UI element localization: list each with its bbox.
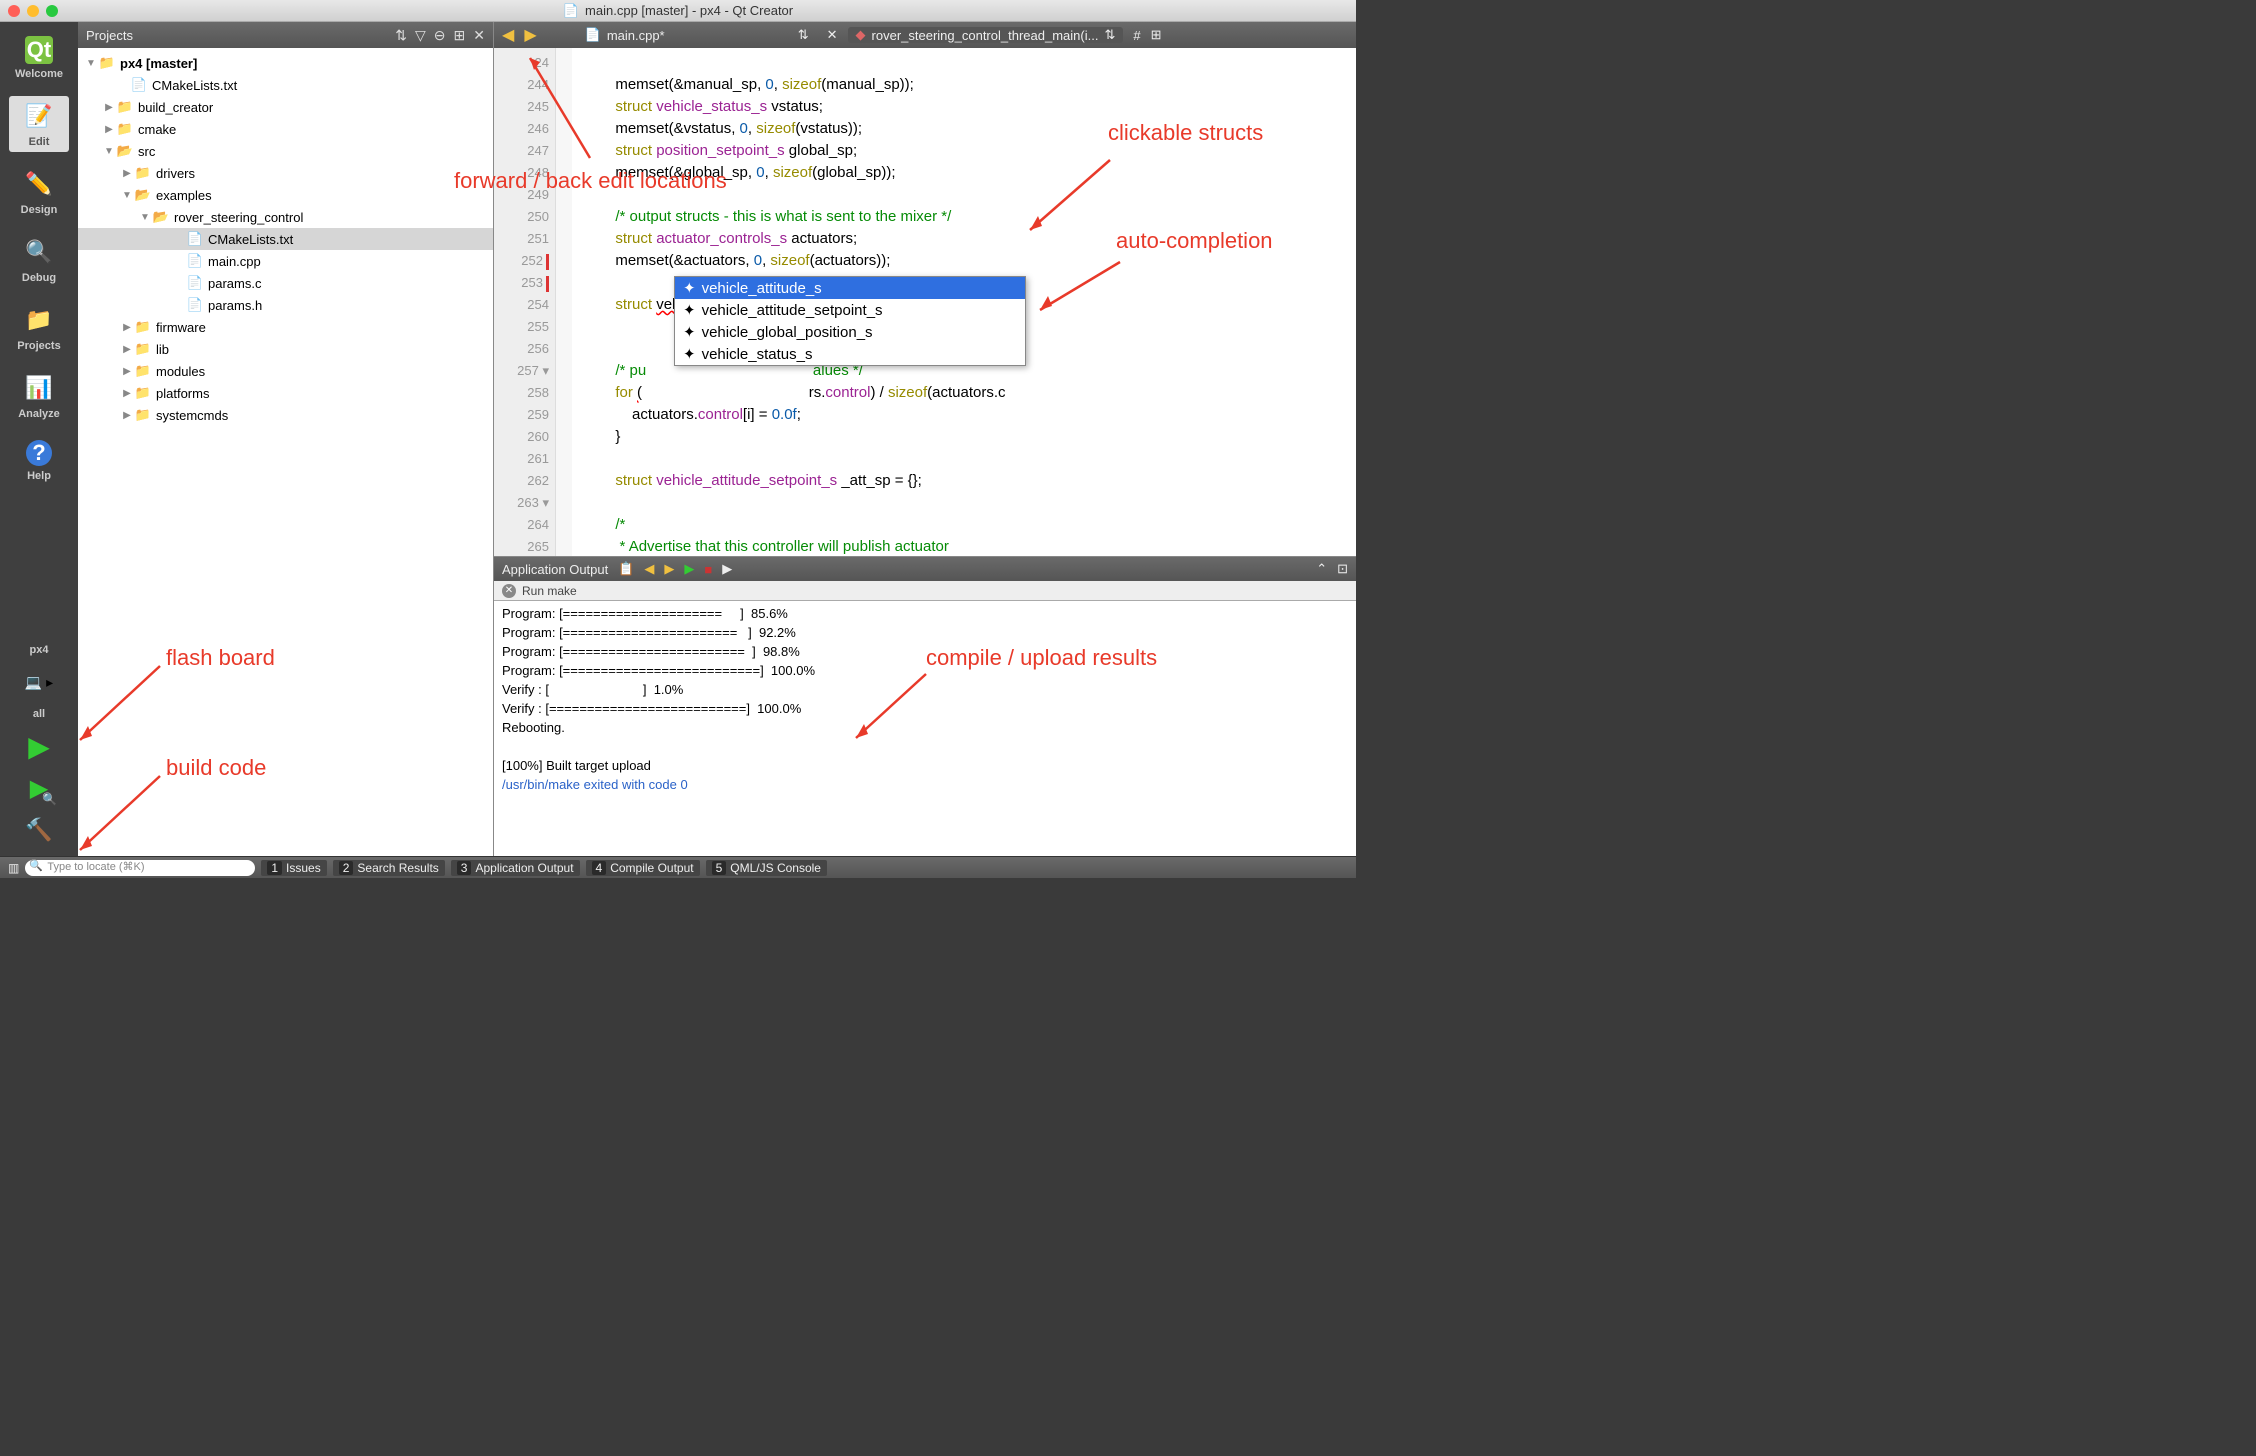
qml-console-tab[interactable]: 5QML/JS Console	[706, 860, 827, 876]
output-text[interactable]: Program: [===================== ] 85.6% …	[494, 601, 1356, 856]
tree-folder[interactable]: ▼📂src	[78, 140, 493, 162]
new-run-icon[interactable]: 📋	[618, 561, 634, 577]
autocomplete-item[interactable]: ✦vehicle_attitude_s	[675, 277, 1025, 299]
tree-file[interactable]: 📄CMakeLists.txt	[78, 74, 493, 96]
tree-folder[interactable]: ▼📂examples	[78, 184, 493, 206]
status-bar: ▥ Type to locate (⌘K) 1Issues 2Search Re…	[0, 856, 1356, 878]
edit-icon: 📝	[23, 100, 55, 132]
code-editor[interactable]: 24244245246247248249250251 2522532542552…	[494, 48, 1356, 556]
mode-welcome[interactable]: Qt Welcome	[9, 32, 69, 84]
analyze-icon: 📊	[23, 372, 55, 404]
help-icon: ?	[26, 440, 52, 466]
autocomplete-item[interactable]: ✦vehicle_status_s	[675, 343, 1025, 365]
close-output-button[interactable]: ⊡	[1337, 561, 1348, 577]
qt-logo-icon: Qt	[25, 36, 53, 64]
autocomplete-popup[interactable]: ✦vehicle_attitude_s ✦vehicle_attitude_se…	[674, 276, 1026, 366]
attach-icon[interactable]: ▶	[722, 561, 732, 577]
split-icon[interactable]: ⊞	[454, 27, 466, 44]
run-debug-button[interactable]: ▶🔍	[23, 772, 55, 804]
tree-folder[interactable]: ▶📁modules	[78, 360, 493, 382]
tree-folder[interactable]: ▶📁cmake	[78, 118, 493, 140]
close-document-button[interactable]: ✕	[827, 27, 838, 43]
nav-forward-button[interactable]: ▶	[524, 25, 536, 45]
mode-edit[interactable]: 📝 Edit	[9, 96, 69, 152]
tree-file[interactable]: 📄params.h	[78, 294, 493, 316]
file-selector[interactable]: 📄 main.cpp* ⇅	[577, 27, 817, 43]
projects-icon: 📁	[23, 304, 55, 336]
tree-file[interactable]: 📄main.cpp	[78, 250, 493, 272]
compile-output-tab[interactable]: 4Compile Output	[586, 860, 700, 876]
tree-folder[interactable]: ▶📁lib	[78, 338, 493, 360]
window-title: main.cpp [master] - px4 - Qt Creator	[585, 3, 793, 18]
run-button[interactable]: ▶	[23, 730, 55, 762]
projects-panel-header: Projects ⇅ ▽ ⊖ ⊞ ✕	[78, 22, 493, 48]
window-titlebar: 📄 main.cpp [master] - px4 - Qt Creator	[0, 0, 1356, 22]
mode-projects[interactable]: 📁 Projects	[9, 300, 69, 356]
issues-tab[interactable]: 1Issues	[261, 860, 326, 876]
function-icon: ◆	[856, 27, 866, 43]
kit-label: all	[33, 708, 45, 720]
autocomplete-item[interactable]: ✦vehicle_global_position_s	[675, 321, 1025, 343]
tree-folder[interactable]: ▶📁drivers	[78, 162, 493, 184]
split-editor-button[interactable]: ⊞	[1151, 27, 1162, 43]
tree-folder[interactable]: ▶📁build_creator	[78, 96, 493, 118]
mode-design[interactable]: ✏️ Design	[9, 164, 69, 220]
stop-button[interactable]: ■	[704, 562, 712, 577]
mode-debug[interactable]: 🔍 Debug	[9, 232, 69, 288]
target-label: px4	[30, 644, 49, 656]
search-results-tab[interactable]: 2Search Results	[333, 860, 445, 876]
document-icon: 📄	[563, 3, 579, 19]
line-col-indicator[interactable]: #	[1133, 28, 1140, 43]
editor-toolbar: ◀ ▶ 📄 main.cpp* ⇅ ✕ ◆ rover_steering_con…	[494, 22, 1356, 48]
tree-folder[interactable]: ▶📁platforms	[78, 382, 493, 404]
output-back-button[interactable]: ◀	[644, 561, 654, 577]
debug-icon: 🔍	[23, 236, 55, 268]
output-tab[interactable]: ✕ Run make	[494, 581, 1356, 601]
mode-help[interactable]: ? Help	[9, 436, 69, 486]
kit-selector[interactable]: 💻 ▸	[23, 666, 55, 698]
tree-folder[interactable]: ▼📂rover_steering_control	[78, 206, 493, 228]
design-icon: ✏️	[23, 168, 55, 200]
tree-file-selected[interactable]: 📄CMakeLists.txt	[78, 228, 493, 250]
tree-file[interactable]: 📄params.c	[78, 272, 493, 294]
tree-folder[interactable]: ▶📁systemcmds	[78, 404, 493, 426]
link-icon[interactable]: ⊖	[434, 27, 446, 44]
symbol-selector[interactable]: ◆ rover_steering_control_thread_main(i..…	[848, 27, 1124, 43]
line-gutter: 24244245246247248249250251 2522532542552…	[494, 48, 556, 556]
mode-analyze[interactable]: 📊 Analyze	[9, 368, 69, 424]
build-button[interactable]: 🔨	[23, 814, 55, 846]
application-output-tab[interactable]: 3Application Output	[451, 860, 580, 876]
tree-folder[interactable]: ▶📁firmware	[78, 316, 493, 338]
mode-rail: Qt Welcome 📝 Edit ✏️ Design 🔍 Debug 📁 Pr…	[0, 22, 78, 856]
maximize-output-button[interactable]: ⌃	[1316, 561, 1327, 577]
output-forward-button[interactable]: ▶	[664, 561, 674, 577]
funnel-icon[interactable]: ▽	[415, 27, 426, 44]
close-panel-icon[interactable]: ✕	[473, 27, 485, 44]
nav-back-button[interactable]: ◀	[502, 25, 514, 45]
close-tab-icon[interactable]: ✕	[502, 584, 516, 598]
locator-input[interactable]: Type to locate (⌘K)	[25, 860, 255, 876]
autocomplete-item[interactable]: ✦vehicle_attitude_setpoint_s	[675, 299, 1025, 321]
project-tree[interactable]: ▼📁px4 [master] 📄CMakeLists.txt ▶📁build_c…	[78, 48, 493, 856]
toggle-sidebar-button[interactable]: ▥	[8, 861, 19, 875]
filter-icon[interactable]: ⇅	[395, 27, 407, 44]
file-icon: 📄	[585, 27, 601, 43]
output-panel-header: Application Output 📋 ◀ ▶ ▶ ■ ▶ ⌃ ⊡	[494, 557, 1356, 581]
rerun-button[interactable]: ▶	[684, 561, 694, 577]
tree-root[interactable]: ▼📁px4 [master]	[78, 52, 493, 74]
